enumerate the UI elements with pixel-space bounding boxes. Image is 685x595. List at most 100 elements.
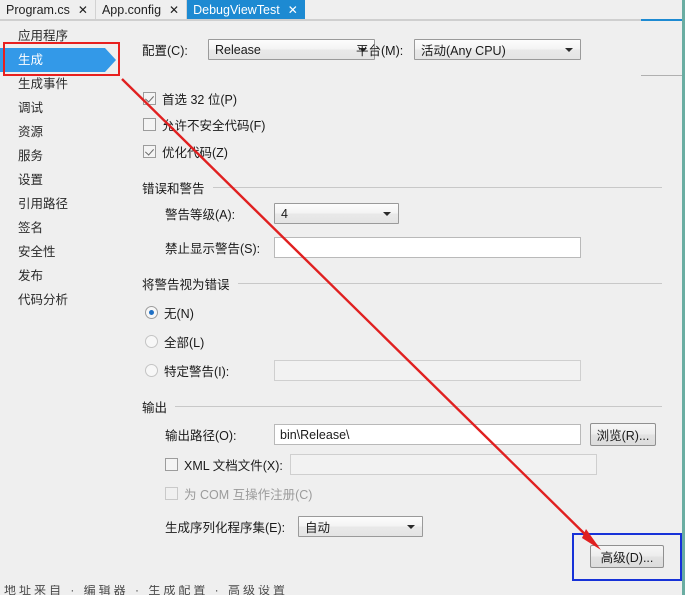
warning-level-label: 警告等级(A): <box>165 208 236 222</box>
specific-warnings-input[interactable] <box>274 360 581 381</box>
chevron-down-icon[interactable] <box>407 524 415 529</box>
suppress-warnings-row: 禁止显示警告(S): <box>165 237 581 258</box>
sidebar-item-security[interactable]: 安全性 <box>0 240 128 264</box>
sidebar-item-build[interactable]: 生成 <box>0 48 116 72</box>
treat-warnings-all-label: 全部(L) <box>164 336 205 350</box>
group-divider <box>212 187 662 188</box>
allow-unsafe-label: 允许不安全代码(F) <box>162 119 266 133</box>
optimize-code-label: 优化代码(Z) <box>162 146 228 160</box>
warning-level-combobox[interactable]: 4 <box>274 203 399 224</box>
platform-value: 活动(Any CPU) <box>421 44 506 58</box>
xml-doc-input[interactable] <box>290 454 597 475</box>
suppress-warnings-input[interactable] <box>274 237 581 258</box>
browse-button-label: 浏览(R)... <box>596 429 650 443</box>
platform-combobox[interactable]: 活动(Any CPU) <box>414 39 581 60</box>
prefer-32bit-label: 首选 32 位(P) <box>162 93 238 107</box>
xml-doc-checkbox[interactable] <box>165 458 178 471</box>
serialization-assembly-row: 生成序列化程序集(E): 自动 <box>165 516 423 537</box>
sidebar-item-signing[interactable]: 签名 <box>0 216 128 240</box>
errors-warnings-group-title: 错误和警告 <box>142 182 205 196</box>
tab-label: App.config <box>101 2 162 17</box>
configuration-value: Release <box>215 42 261 57</box>
warning-level-row: 警告等级(A): 4 <box>165 203 399 224</box>
tab-label: DebugViewTest <box>193 2 280 17</box>
sidebar-item-services[interactable]: 服务 <box>0 144 128 168</box>
treat-warnings-specific-radio[interactable] <box>145 364 158 377</box>
tab-app-config[interactable]: App.config ✕ <box>95 0 188 19</box>
sidebar-item-debug[interactable]: 调试 <box>0 96 128 120</box>
tab-underline-accent <box>641 19 682 21</box>
sidebar-item-publish[interactable]: 发布 <box>0 264 128 288</box>
visual-studio-project-properties-window: Program.cs ✕ App.config ✕ DebugViewTest … <box>0 0 685 595</box>
chevron-down-icon[interactable] <box>565 47 573 52</box>
sidebar-item-resources[interactable]: 资源 <box>0 120 128 144</box>
properties-category-list: 应用程序 生成 生成事件 调试 资源 服务 设置 引用路径 签名 安全性 发布 <box>0 24 128 584</box>
xml-doc-row: XML 文档文件(X): <box>165 454 597 475</box>
group-divider <box>175 406 662 407</box>
group-divider <box>237 283 662 284</box>
sidebar-item-label: 服务 <box>18 149 44 163</box>
output-path-input[interactable]: bin\Release\ <box>274 424 581 445</box>
output-group-title: 输出 <box>142 401 168 415</box>
errors-warnings-group-header: 错误和警告 <box>142 178 662 197</box>
close-icon[interactable]: ✕ <box>169 4 179 16</box>
advanced-button[interactable]: 高级(D)... <box>590 545 664 568</box>
optimize-code-row[interactable]: 优化代码(Z) <box>143 142 228 161</box>
sidebar-item-label: 签名 <box>18 221 44 235</box>
xml-doc-label: XML 文档文件(X): <box>184 459 283 473</box>
sidebar-item-label: 应用程序 <box>18 29 69 43</box>
sidebar-item-code-analysis[interactable]: 代码分析 <box>0 288 128 312</box>
tab-label: Program.cs <box>6 2 70 17</box>
tab-debugviewtest[interactable]: DebugViewTest ✕ <box>187 0 305 19</box>
sidebar-item-application[interactable]: 应用程序 <box>0 24 128 48</box>
treat-warnings-specific-label: 特定警告(I): <box>164 365 230 379</box>
platform-label: 平台(M): <box>356 44 404 58</box>
com-interop-row[interactable]: 为 COM 互操作注册(C) <box>165 484 312 503</box>
serialization-assembly-combobox[interactable]: 自动 <box>298 516 423 537</box>
com-interop-checkbox <box>165 487 178 500</box>
output-group-header: 输出 <box>142 397 662 416</box>
sidebar-item-build-events[interactable]: 生成事件 <box>0 72 128 96</box>
output-path-row: 输出路径(O): bin\Release\ 浏览(R)... <box>165 423 656 446</box>
sidebar-item-label: 代码分析 <box>18 293 69 307</box>
treat-warnings-all-row[interactable]: 全部(L) <box>145 332 204 351</box>
close-icon[interactable]: ✕ <box>78 4 88 16</box>
build-settings-pane: 配置(C): Release 平台(M): 活动(Any CPU) 首选 32 … <box>132 26 677 586</box>
sidebar-item-label: 发布 <box>18 269 44 283</box>
output-path-label: 输出路径(O): <box>165 429 237 443</box>
close-icon[interactable]: ✕ <box>288 4 298 16</box>
optimize-code-checkbox[interactable] <box>143 145 156 158</box>
com-interop-label: 为 COM 互操作注册(C) <box>184 488 313 502</box>
prefer-32bit-row[interactable]: 首选 32 位(P) <box>143 89 237 108</box>
sidebar-item-settings[interactable]: 设置 <box>0 168 128 192</box>
configuration-combobox[interactable]: Release <box>208 39 375 60</box>
chevron-down-icon[interactable] <box>383 211 391 216</box>
prefer-32bit-checkbox[interactable] <box>143 92 156 105</box>
treat-warnings-none-radio[interactable] <box>145 306 158 319</box>
tab-strip-filler <box>304 0 685 19</box>
browse-button[interactable]: 浏览(R)... <box>590 423 656 446</box>
suppress-warnings-label: 禁止显示警告(S): <box>165 242 261 256</box>
tab-program-cs[interactable]: Program.cs ✕ <box>0 0 96 19</box>
treat-warnings-specific-row[interactable]: 特定警告(I): <box>145 360 581 381</box>
treat-warnings-all-radio[interactable] <box>145 335 158 348</box>
bottom-caption-text: 地址来自 · 编辑器 · 生成配置 · 高级设置 <box>4 585 288 595</box>
output-path-value: bin\Release\ <box>280 427 350 442</box>
serialization-assembly-label: 生成序列化程序集(E): <box>165 521 286 535</box>
treat-warnings-none-label: 无(N) <box>164 307 194 321</box>
platform-row: 平台(M): 活动(Any CPU) <box>356 39 581 60</box>
sidebar-item-label: 安全性 <box>18 245 56 259</box>
sidebar-item-label: 调试 <box>18 101 44 115</box>
sidebar-item-reference-paths[interactable]: 引用路径 <box>0 192 128 216</box>
configuration-label: 配置(C): <box>142 44 188 58</box>
allow-unsafe-row[interactable]: 允许不安全代码(F) <box>143 115 265 134</box>
treat-warnings-group-title: 将警告视为错误 <box>142 278 230 292</box>
bottom-caption-strip: 地址来自 · 编辑器 · 生成配置 · 高级设置 <box>0 585 685 595</box>
allow-unsafe-checkbox[interactable] <box>143 118 156 131</box>
advanced-button-label: 高级(D)... <box>600 551 654 565</box>
sidebar-item-label: 引用路径 <box>18 197 69 211</box>
treat-warnings-none-row[interactable]: 无(N) <box>145 303 194 322</box>
warning-level-value: 4 <box>281 206 288 221</box>
sidebar-item-label: 设置 <box>18 173 44 187</box>
treat-warnings-group-header: 将警告视为错误 <box>142 274 662 293</box>
